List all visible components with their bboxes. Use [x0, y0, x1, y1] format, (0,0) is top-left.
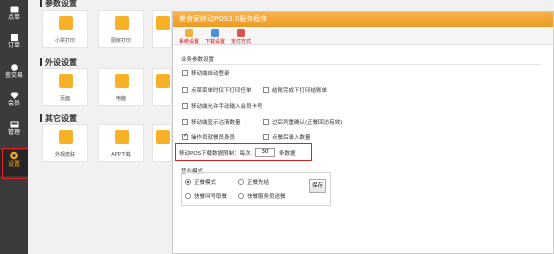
checkbox[interactable]: [263, 134, 269, 140]
option-label: 点餐后录入数量: [272, 135, 311, 141]
mode-option-dine-in[interactable]: 正餐模式: [185, 178, 216, 186]
tile-skin[interactable]: 外观皮肤: [42, 124, 88, 162]
option-label: 过后列重确认(正餐回访有效): [272, 120, 343, 126]
tile-kitchen-print[interactable]: 厨房打印: [98, 10, 144, 48]
dialog-title: 美食家移动POS3.0服务程序: [173, 12, 553, 27]
nav-item-transactions[interactable]: 查交易: [0, 64, 28, 86]
section-title-other: 其它设置: [40, 113, 77, 124]
tile-icon: [156, 16, 170, 30]
computer-icon: [115, 74, 129, 88]
mode-option-label: 正餐先结: [247, 180, 270, 186]
member-icon: [10, 92, 18, 99]
option-reconfirm[interactable]: 过后列重确认(正餐回访有效): [263, 118, 342, 126]
nav-item-order[interactable]: 点单: [0, 6, 28, 28]
kitchen-icon: [115, 16, 129, 30]
tile-icon: [156, 130, 170, 144]
download-limit-unit: 条数据: [279, 151, 296, 157]
radio[interactable]: [238, 179, 244, 185]
tile-label: 厨房打印: [110, 38, 131, 44]
tile-label: 小票打印: [54, 38, 75, 44]
mode-option-label: 快餐叫号取餐: [194, 194, 228, 200]
nav-item-label: 订单: [7, 42, 20, 49]
radio[interactable]: [185, 193, 191, 199]
section-title-peripherals: 外设设置: [40, 57, 77, 68]
settings-tab-icon: [185, 29, 193, 37]
tab-label: 支付方式: [230, 39, 251, 45]
tile-receipt-print[interactable]: 小票打印: [42, 10, 88, 48]
tab-download-settings[interactable]: 下载设置: [203, 28, 227, 45]
nav-item-label: 管理: [7, 129, 20, 136]
option-label: 结账完成下打印结账单: [272, 88, 328, 94]
mode-option-fast-call[interactable]: 快餐叫号取餐: [185, 192, 227, 200]
group-title-business: 业务参数设置: [181, 57, 215, 63]
mode-option-label: 正餐模式: [194, 180, 217, 186]
checkbox[interactable]: [263, 119, 269, 125]
tile-partial[interactable]: [152, 68, 172, 106]
option-print-checkout[interactable]: 结账完成下打印结账单: [263, 86, 327, 94]
tile-page[interactable]: 页面: [42, 68, 88, 106]
tile-label: 外观皮肤: [54, 152, 75, 158]
divider: [181, 64, 541, 65]
mode-option-dine-prepay[interactable]: 正餐先结: [238, 178, 269, 186]
option-enter-quantity[interactable]: 点餐后录入数量: [263, 133, 311, 141]
tile-partial[interactable]: [152, 10, 172, 48]
checkbox[interactable]: [182, 132, 188, 140]
option-label: 点菜菜单时仅下打印任单: [191, 88, 252, 94]
tile-label: 页面: [59, 96, 70, 102]
checkbox[interactable]: [263, 87, 269, 93]
pos-service-dialog: 美食家移动POS3.0服务程序 系统设置 下载设置 支付方式 业务参数设置 移动…: [172, 11, 554, 254]
option-label: 移动端显示沽清数量: [191, 120, 241, 126]
tab-label: 系统设置: [178, 39, 199, 45]
tile-label: 电脑: [115, 96, 126, 102]
checkbox[interactable]: [182, 87, 188, 93]
download-limit-label: 移动POS下载数据限制：每次: [179, 151, 251, 157]
nav-item-manage[interactable]: 管理: [0, 121, 28, 143]
nav-item-member[interactable]: 会员: [0, 92, 28, 114]
checkbox[interactable]: [182, 103, 188, 109]
nav-item-label: 点单: [7, 14, 20, 21]
page-icon: [59, 74, 73, 88]
download-limit-input[interactable]: 30: [255, 148, 275, 157]
save-button[interactable]: 保存: [309, 179, 326, 193]
option-operator-diner[interactable]: 操作员就餐员身员: [182, 132, 236, 141]
shirt-icon: [59, 130, 73, 144]
option-auto-login[interactable]: 移动端自动登录: [182, 69, 230, 77]
radio[interactable]: [238, 193, 244, 199]
radio[interactable]: [185, 179, 191, 185]
search-icon: [10, 64, 18, 71]
checkbox[interactable]: [182, 70, 188, 76]
payment-tab-icon: [237, 29, 245, 37]
tab-system-settings[interactable]: 系统设置: [177, 28, 201, 45]
manage-icon: [10, 121, 18, 128]
tile-icon: [156, 74, 170, 88]
tab-label: 下载设置: [204, 39, 225, 45]
mode-option-fast-serve[interactable]: 快餐服务员送餐: [238, 192, 286, 200]
phone-icon: [115, 130, 129, 144]
dialog-tabs: 系统设置 下载设置 支付方式: [173, 27, 553, 45]
tile-computer[interactable]: 电脑: [98, 68, 144, 106]
nav-item-orders[interactable]: 订单: [0, 34, 28, 56]
nav-item-label: 会员: [7, 100, 20, 107]
tile-label: APP下载: [111, 152, 131, 158]
mode-option-label: 快餐服务员送餐: [247, 194, 286, 200]
checkbox[interactable]: [182, 119, 188, 125]
section-title-params: 参数设置: [40, 0, 77, 9]
printer-icon: [59, 16, 73, 30]
option-label: 移动端自动登录: [191, 71, 230, 77]
tile-partial[interactable]: [152, 124, 172, 162]
nav-item-label: 查交易: [4, 72, 23, 79]
option-show-soldout[interactable]: 移动端显示沽清数量: [182, 118, 241, 126]
left-nav: 点单 订单 查交易 会员 管理 设置: [0, 0, 28, 254]
option-label: 操作员就餐员身员: [191, 135, 236, 141]
download-tab-icon: [211, 29, 219, 37]
option-print-order[interactable]: 点菜菜单时仅下打印任单: [182, 86, 252, 94]
cart-icon: [10, 6, 18, 13]
list-icon: [10, 34, 18, 41]
option-manual-card[interactable]: 移动端允许手动输入会员卡号: [182, 102, 263, 110]
tab-payment-methods[interactable]: 支付方式: [229, 28, 253, 45]
tile-app-download[interactable]: APP下载: [98, 124, 144, 162]
option-label: 移动端允许手动输入会员卡号: [191, 104, 263, 110]
